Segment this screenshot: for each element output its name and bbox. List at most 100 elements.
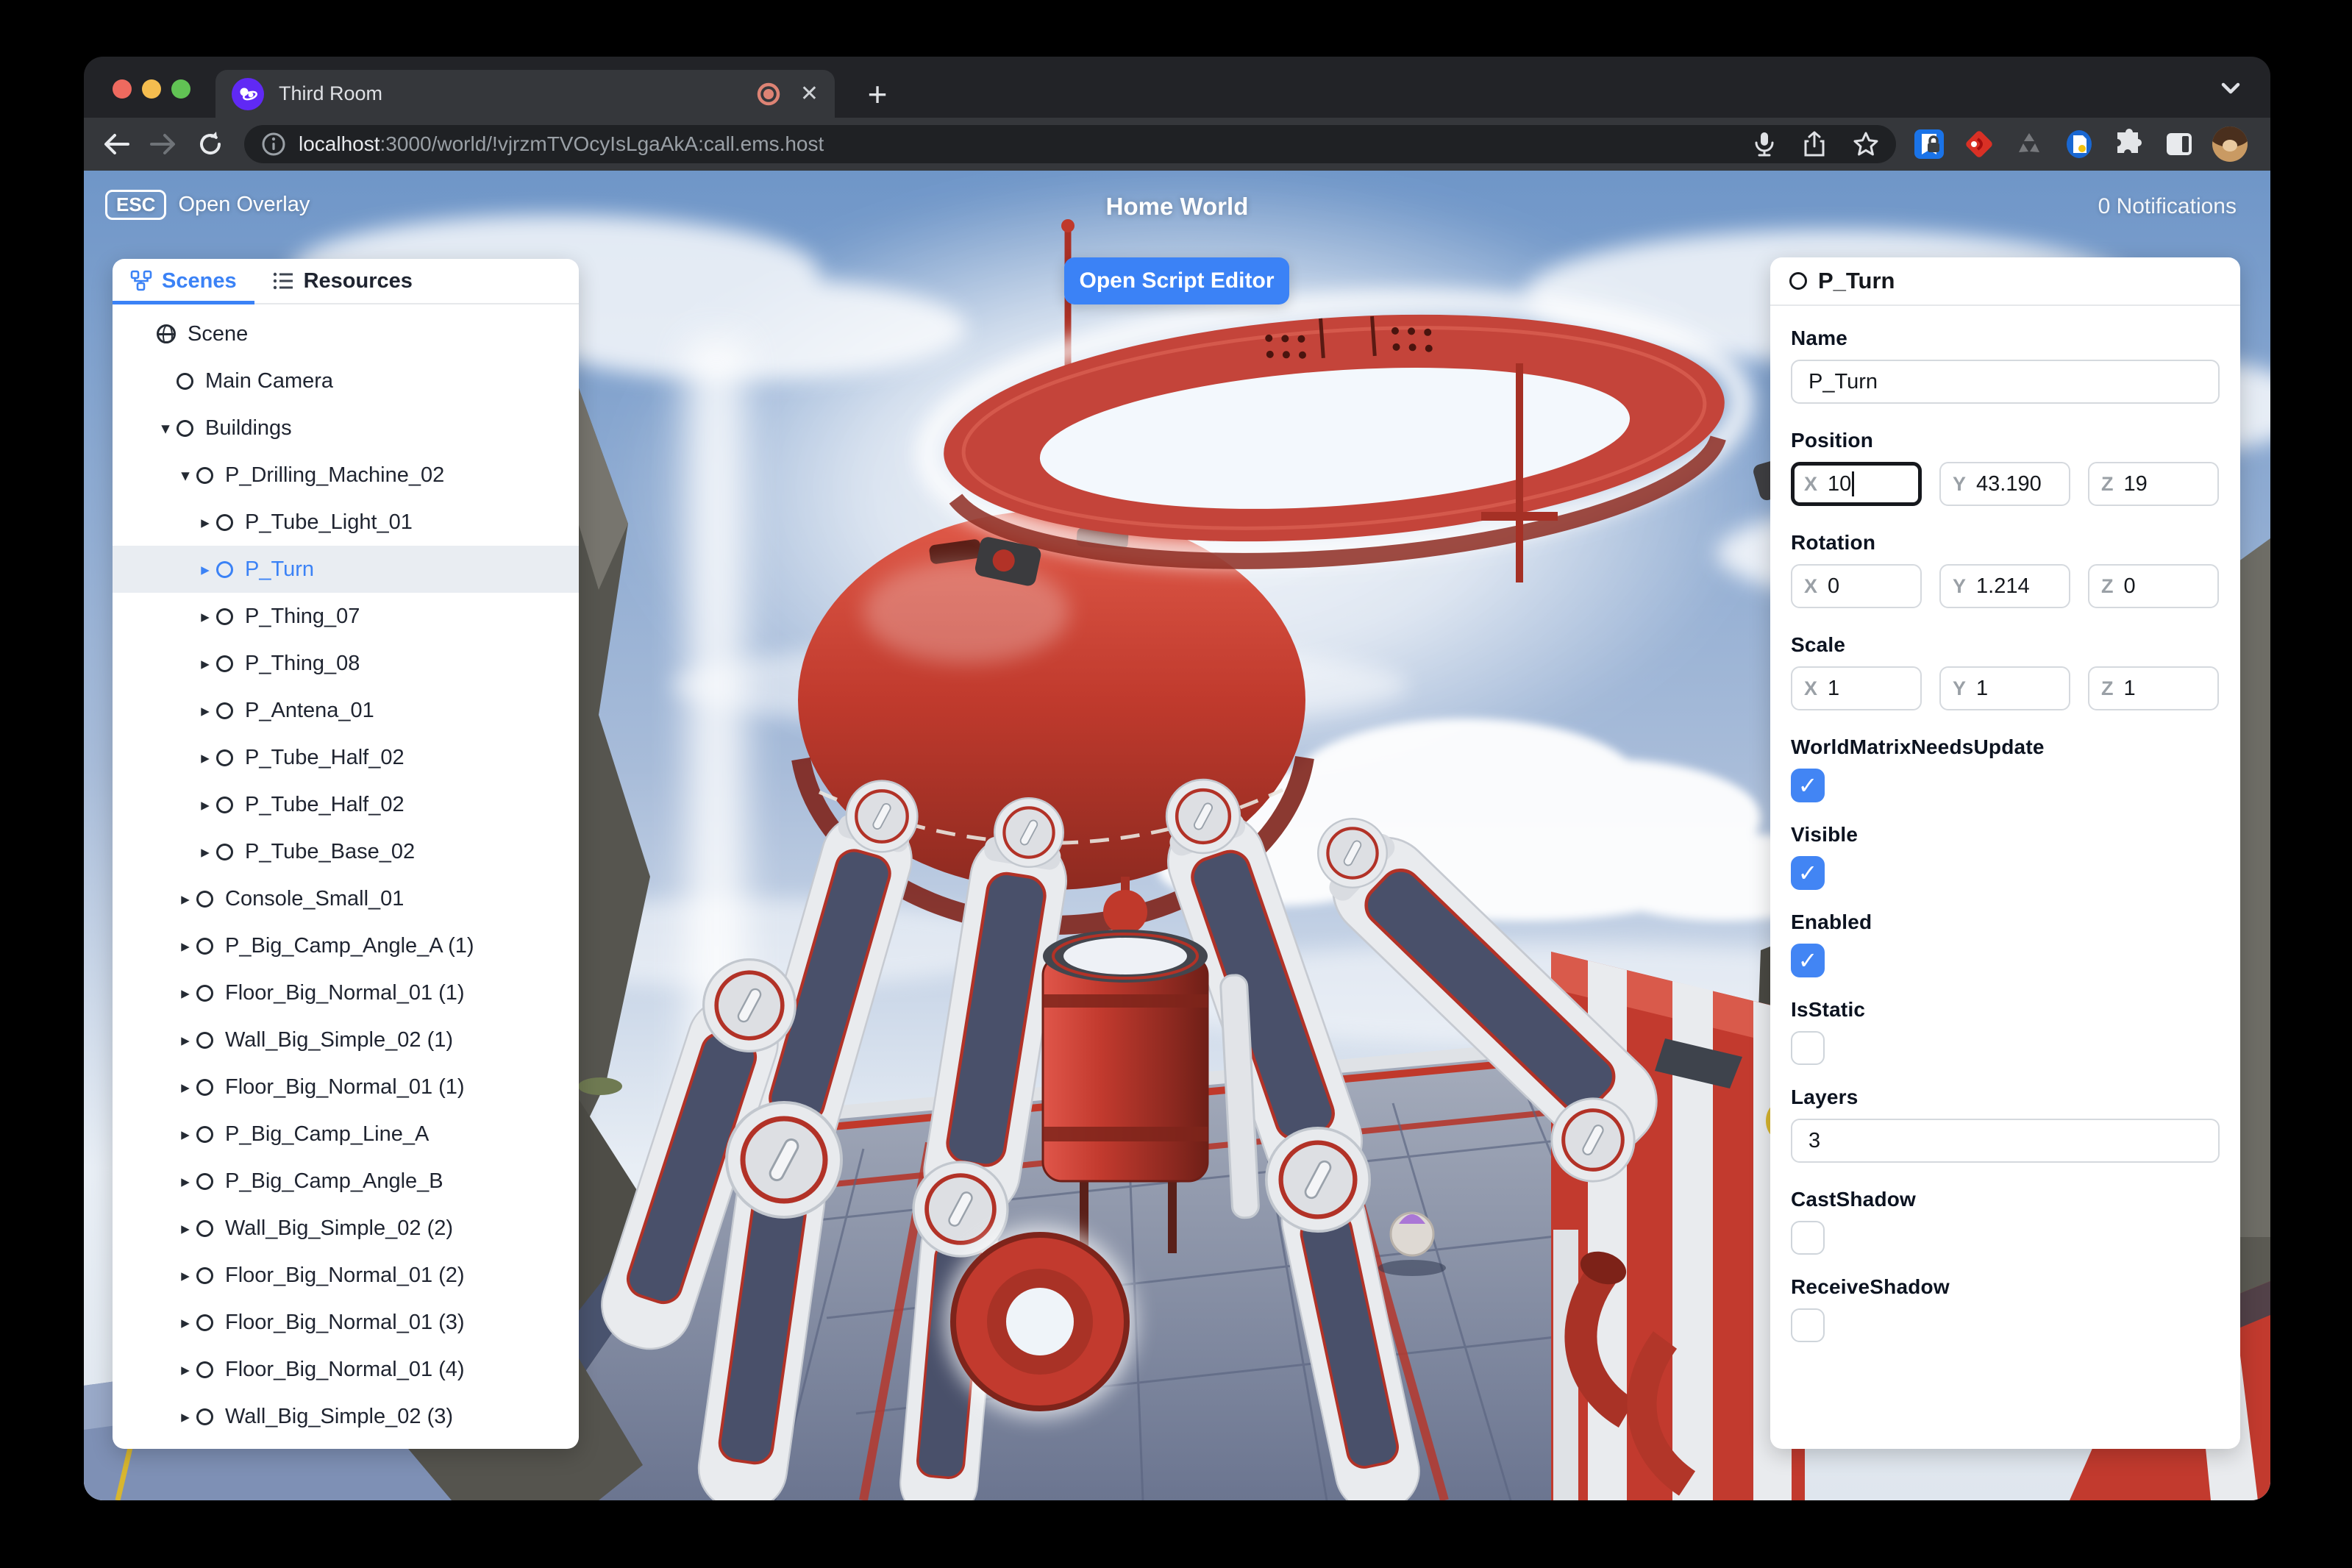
new-tab-button[interactable]: + bbox=[858, 74, 897, 114]
caret-right-icon[interactable]: ▸ bbox=[174, 1407, 196, 1427]
rotation-x-input[interactable]: X0 bbox=[1791, 564, 1922, 608]
open-script-editor-button[interactable]: Open Script Editor bbox=[1064, 257, 1289, 304]
close-window-button[interactable] bbox=[113, 79, 132, 99]
forward-button[interactable] bbox=[144, 125, 182, 163]
receiveshadow-checkbox[interactable] bbox=[1791, 1308, 1825, 1342]
position-y-input[interactable]: Y 43.190 bbox=[1939, 462, 2070, 506]
tree-item[interactable]: ▸ Wall_Big_Simple_02 (1) bbox=[113, 1016, 579, 1063]
tree-item-label: Floor_Big_Normal_01 (2) bbox=[225, 1263, 465, 1287]
worldmatrixneedsupdate-checkbox[interactable] bbox=[1791, 769, 1825, 802]
scene-tree: Scene Main Camera ▾ Buildings ▾ P_Drilling_Ma… bbox=[113, 304, 579, 1440]
caret-right-icon[interactable]: ▸ bbox=[194, 842, 216, 862]
tree-item[interactable]: ▸ P_Turn bbox=[113, 546, 579, 593]
caret-down-icon[interactable]: ▾ bbox=[174, 466, 196, 485]
enabled-checkbox[interactable] bbox=[1791, 944, 1825, 977]
tree-item[interactable]: ▸ Wall_Big_Simple_02 (3) bbox=[113, 1393, 579, 1440]
tree-item[interactable]: ▾ Buildings bbox=[113, 405, 579, 452]
caret-right-icon[interactable]: ▸ bbox=[194, 607, 216, 627]
tree-item[interactable]: ▸ Floor_Big_Normal_01 (3) bbox=[113, 1299, 579, 1346]
caret-right-icon[interactable]: ▸ bbox=[194, 513, 216, 532]
caret-right-icon[interactable]: ▸ bbox=[194, 654, 216, 674]
tree-item[interactable]: ▸ P_Tube_Half_02 bbox=[113, 734, 579, 781]
position-z-input[interactable]: Z 19 bbox=[2088, 462, 2219, 506]
caret-right-icon[interactable]: ▸ bbox=[174, 1172, 196, 1191]
tree-item[interactable]: ▸ P_Big_Camp_Line_A bbox=[113, 1111, 579, 1158]
caret-right-icon[interactable]: ▸ bbox=[174, 1266, 196, 1286]
notifications-status[interactable]: 0 Notifications bbox=[2098, 194, 2237, 219]
tree-item[interactable]: ▸ Floor_Big_Normal_01 (2) bbox=[113, 1252, 579, 1299]
position-x-input[interactable]: X 10 bbox=[1791, 462, 1922, 506]
address-bar[interactable]: localhost:3000/world/!vjrzmTVOcyIsLgaAkA… bbox=[244, 125, 1896, 163]
scale-z-input[interactable]: Z1 bbox=[2088, 666, 2219, 710]
tree-item[interactable]: ▸ Wall_Big_Simple_02 (2) bbox=[113, 1205, 579, 1252]
tab-close-icon[interactable]: ✕ bbox=[800, 82, 819, 105]
tree-item[interactable]: ▸ P_Thing_07 bbox=[113, 593, 579, 640]
tree-item[interactable]: Main Camera bbox=[113, 357, 579, 405]
property-section: Rotation X 0 Y 1.214 Z 0 bbox=[1791, 531, 2220, 608]
castshadow-checkbox[interactable] bbox=[1791, 1221, 1825, 1255]
caret-right-icon[interactable]: ▸ bbox=[194, 748, 216, 768]
tree-item[interactable]: ▸ P_Tube_Half_02 bbox=[113, 781, 579, 828]
axis-value: 19 bbox=[2123, 471, 2148, 496]
caret-right-icon[interactable]: ▸ bbox=[194, 701, 216, 721]
side-panel-icon[interactable] bbox=[2162, 127, 2196, 161]
name-input[interactable]: P_Turn bbox=[1791, 360, 2220, 404]
extension-reader-icon[interactable] bbox=[2062, 127, 2096, 161]
bookmark-star-icon[interactable] bbox=[1852, 130, 1880, 158]
tree-item[interactable]: ▸ Floor_Big_Normal_01 (1) bbox=[113, 1063, 579, 1111]
tree-item[interactable]: ▸ P_Big_Camp_Angle_B bbox=[113, 1158, 579, 1205]
tree-item[interactable]: ▸ P_Thing_08 bbox=[113, 640, 579, 687]
rotation-y-input[interactable]: Y 1.214 bbox=[1939, 564, 2070, 608]
tab-resources[interactable]: Resources bbox=[254, 259, 430, 303]
extension-recycle-icon[interactable] bbox=[2012, 127, 2046, 161]
caret-right-icon[interactable]: ▸ bbox=[174, 1030, 196, 1050]
tab-scenes[interactable]: Scenes bbox=[113, 259, 254, 304]
browser-tab[interactable]: Third Room ✕ bbox=[215, 70, 835, 118]
tree-item-label: Wall_Big_Simple_02 (1) bbox=[225, 1027, 454, 1052]
caret-right-icon[interactable]: ▸ bbox=[194, 795, 216, 815]
tree-item[interactable]: ▸ P_Antena_01 bbox=[113, 687, 579, 734]
extensions-puzzle-icon[interactable] bbox=[2112, 127, 2146, 161]
caret-down-icon[interactable]: ▾ bbox=[154, 418, 177, 438]
zoom-window-button[interactable] bbox=[171, 79, 190, 99]
scale-x-input[interactable]: X1 bbox=[1791, 666, 1922, 710]
caret-right-icon[interactable]: ▸ bbox=[174, 1125, 196, 1144]
microphone-icon[interactable] bbox=[1752, 130, 1777, 158]
isstatic-checkbox[interactable] bbox=[1791, 1031, 1825, 1065]
caret-right-icon[interactable]: ▸ bbox=[174, 889, 196, 909]
minimize-window-button[interactable] bbox=[142, 79, 161, 99]
caret-right-icon[interactable]: ▸ bbox=[174, 1219, 196, 1239]
caret-right-icon[interactable]: ▸ bbox=[174, 1360, 196, 1380]
tree-item[interactable]: ▾ P_Drilling_Machine_02 bbox=[113, 452, 579, 499]
tree-item[interactable]: Scene bbox=[113, 310, 579, 357]
layers-input[interactable]: 3 bbox=[1791, 1119, 2220, 1163]
tree-item[interactable]: ▸ P_Big_Camp_Angle_A (1) bbox=[113, 922, 579, 969]
tree-item[interactable]: ▸ Floor_Big_Normal_01 (4) bbox=[113, 1346, 579, 1393]
tree-item[interactable]: ▸ P_Tube_Base_02 bbox=[113, 828, 579, 875]
caret-right-icon[interactable]: ▸ bbox=[174, 936, 196, 956]
tab-search-chevron-icon[interactable] bbox=[2217, 77, 2244, 99]
tree-item-label: P_Thing_08 bbox=[245, 651, 360, 675]
scale-y-input[interactable]: Y1 bbox=[1939, 666, 2070, 710]
visible-checkbox[interactable] bbox=[1791, 856, 1825, 890]
caret-right-icon[interactable]: ▸ bbox=[174, 983, 196, 1003]
browser-menu-icon[interactable] bbox=[2262, 132, 2270, 157]
caret-right-icon[interactable]: ▸ bbox=[194, 560, 216, 580]
tree-item[interactable]: ▸ P_Tube_Light_01 bbox=[113, 499, 579, 546]
tree-item[interactable]: ▸ Console_Small_01 bbox=[113, 875, 579, 922]
caret-right-icon[interactable]: ▸ bbox=[174, 1313, 196, 1333]
profile-avatar[interactable] bbox=[2212, 126, 2248, 162]
reload-button[interactable] bbox=[191, 125, 229, 163]
tree-item[interactable]: ▸ Floor_Big_Normal_01 (1) bbox=[113, 969, 579, 1016]
extension-password-manager-icon[interactable] bbox=[1912, 127, 1946, 161]
tree-item-label: P_Tube_Half_02 bbox=[245, 745, 405, 769]
back-button[interactable] bbox=[97, 125, 135, 163]
node-circle-icon bbox=[196, 1361, 213, 1378]
extension-red-diamond-icon[interactable] bbox=[1962, 127, 1996, 161]
share-icon[interactable] bbox=[1802, 130, 1827, 158]
site-info-icon[interactable] bbox=[260, 131, 287, 157]
node-circle-icon bbox=[216, 513, 233, 531]
rotation-z-input[interactable]: Z0 bbox=[2088, 564, 2219, 608]
url-text[interactable]: localhost:3000/world/!vjrzmTVOcyIsLgaAkA… bbox=[299, 132, 1727, 156]
caret-right-icon[interactable]: ▸ bbox=[174, 1077, 196, 1097]
